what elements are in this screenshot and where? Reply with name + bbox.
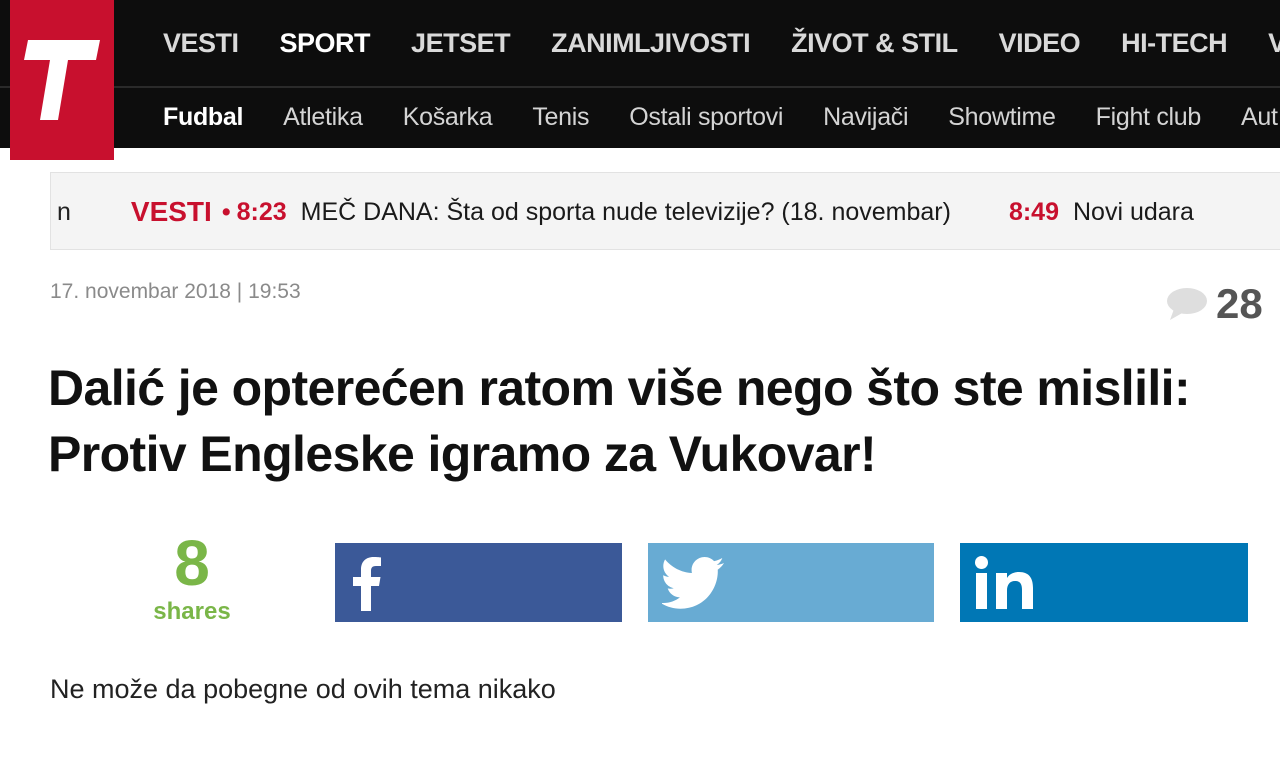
article-date: 17. novembar 2018 | 19:53 [50, 280, 301, 303]
facebook-share-button[interactable] [335, 543, 622, 622]
subnav-item-tenis[interactable]: Tenis [532, 103, 589, 132]
logo-t-icon [24, 40, 100, 120]
nav-item-vise[interactable]: VIŠ [1268, 28, 1280, 59]
ticker-truncated-text: n [57, 197, 71, 226]
facebook-icon [353, 556, 381, 611]
subnav-item-ostali-sportovi[interactable]: Ostali sportovi [629, 103, 783, 132]
nav-item-zivot-stil[interactable]: ŽIVOT & STIL [791, 28, 958, 59]
subnav-item-fight-club[interactable]: Fight club [1096, 103, 1202, 132]
article-headline: Dalić je opterećen ratom više nego što s… [48, 355, 1280, 487]
nav-item-sport[interactable]: SPORT [280, 28, 371, 59]
comment-bubble-icon [1167, 288, 1207, 320]
subnav-item-showtime[interactable]: Showtime [948, 103, 1056, 132]
nav-item-video[interactable]: VIDEO [999, 28, 1081, 59]
nav-item-jetset[interactable]: JETSET [411, 28, 511, 59]
shares-label: shares [153, 598, 231, 625]
headline-line-1: Dalić je opterećen ratom više nego što s… [48, 360, 1191, 416]
ticker-dot: • [221, 197, 231, 226]
ticker-time: 8:49 [1008, 197, 1059, 226]
nav-item-zanimljivosti[interactable]: ZANIMLJIVOSTI [551, 28, 751, 59]
ticker-label: VESTI [130, 196, 212, 227]
article-lead: Ne može da pobegne od ovih tema nikako [50, 674, 556, 704]
linkedin-icon [975, 555, 1033, 609]
comment-count: 28 [1216, 280, 1263, 327]
shares-count: 8 [174, 527, 210, 599]
ticker-time: 8:23 [236, 197, 287, 226]
subnav-item-atletika[interactable]: Atletika [283, 103, 363, 132]
linkedin-share-button[interactable] [960, 543, 1248, 622]
ticker-headline-link[interactable]: Novi udara [1073, 198, 1194, 227]
share-counter: 8 shares [130, 528, 254, 626]
main-nav: VESTI SPORT JETSET ZANIMLJIVOSTI ŽIVOT &… [163, 0, 1280, 86]
subnav-item-kosarka[interactable]: Košarka [403, 103, 493, 132]
comments-link[interactable]: 28 [1166, 280, 1263, 328]
news-ticker: n VESTI • 8:23 MEČ DANA: Šta od sporta n… [50, 172, 1280, 250]
twitter-share-button[interactable] [648, 543, 934, 622]
site-logo[interactable] [10, 0, 114, 160]
subnav-item-fudbal[interactable]: Fudbal [163, 103, 243, 132]
sub-nav: Fudbal Atletika Košarka Tenis Ostali spo… [163, 86, 1280, 148]
ticker-headline-link[interactable]: MEČ DANA: Šta od sporta nude televizije?… [301, 198, 951, 227]
nav-item-hi-tech[interactable]: HI-TECH [1121, 28, 1228, 59]
nav-item-vesti[interactable]: VESTI [163, 28, 239, 59]
subnav-item-navijaci[interactable]: Navijači [823, 103, 908, 132]
headline-line-2: Protiv Engleske igramo za Vukovar! [48, 426, 877, 482]
subnav-item-auto[interactable]: Aut [1241, 103, 1278, 132]
twitter-icon [662, 556, 724, 609]
